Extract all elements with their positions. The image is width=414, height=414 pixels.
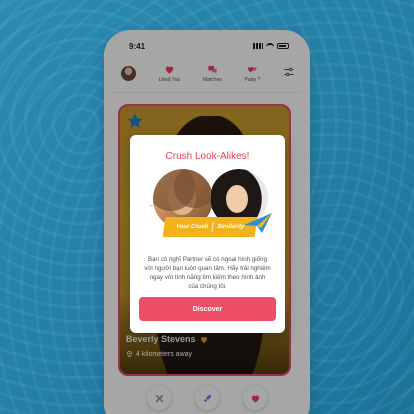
modal-title: Crush Look-Alikes! xyxy=(165,151,250,162)
paper-plane-icon xyxy=(244,213,272,233)
crush-lookalikes-modal: Crush Look-Alikes! Your Crush Similarity… xyxy=(130,135,285,333)
banner-your-crush: Your Crush xyxy=(175,224,209,230)
modal-description: Bạn có nghĩ Partner sẽ có ngoại hình giố… xyxy=(144,256,271,290)
discover-button[interactable]: Discover xyxy=(139,297,276,321)
banner-divider xyxy=(211,222,214,232)
banner-similarity: Similarity xyxy=(216,224,245,230)
